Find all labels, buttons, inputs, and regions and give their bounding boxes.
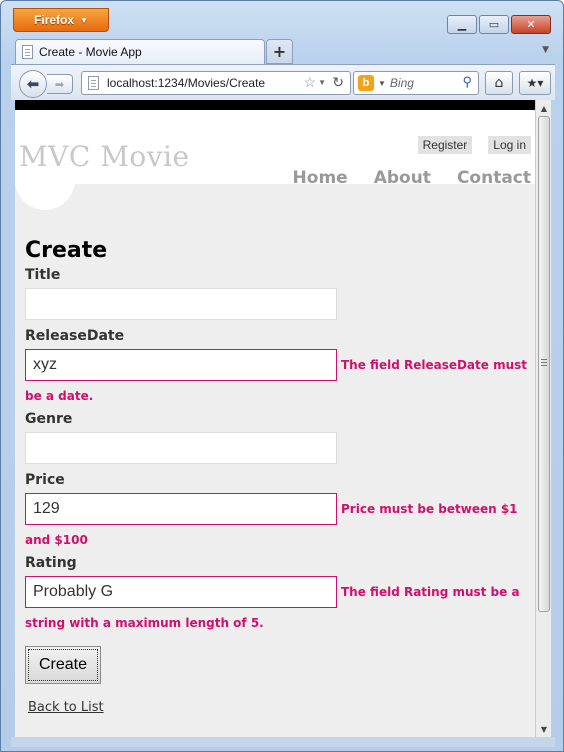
menu-item-contact[interactable]: Contact [457,168,531,188]
auth-links: Register Log in [417,136,531,154]
menu-item-about[interactable]: About [374,168,431,188]
minimize-icon[interactable]: ▁ [447,15,477,34]
back-forward-group: ➡ ⬅ [19,70,81,98]
search-bar[interactable]: b ▼ Bing ⚲ [353,71,479,95]
title-label: Title [25,267,61,283]
browser-window: Firefox ▼ ▁ ▭ ✕ Create - Movie App + ▼ ➡… [0,0,564,752]
scroll-up-icon[interactable]: ▲ [536,100,552,116]
main-menu: Home About Contact [293,168,531,188]
navigation-toolbar: ➡ ⬅ localhost:1234/Movies/Create ☆ ▼ ↻ b… [11,64,555,100]
search-placeholder: Bing [389,76,414,90]
site-title: MVC Movie [19,140,190,173]
rating-error: The field Rating must be a [341,585,520,599]
site-header: MVC Movie Register Log in Home About Con… [15,110,535,188]
vertical-scrollbar[interactable]: ▲ ▼ [535,100,551,737]
price-label: Price [25,472,65,488]
scroll-thumb[interactable] [538,116,550,612]
create-form: Create Title ReleaseDate The field Relea… [25,238,530,715]
tab-list-icon[interactable]: ▼ [542,45,549,55]
window-bottom-frame [11,737,555,747]
rating-label: Rating [25,555,77,571]
release-date-input[interactable] [25,349,337,381]
scroll-down-icon[interactable]: ▼ [536,721,552,737]
page-icon [22,45,33,59]
window-controls: ▁ ▭ ✕ [447,15,551,34]
tab-title: Create - Movie App [39,45,142,59]
url-bar[interactable]: localhost:1234/Movies/Create ☆ ▼ ↻ [81,71,351,95]
genre-label: Genre [25,411,73,427]
login-link[interactable]: Log in [488,136,531,154]
title-input[interactable] [25,288,337,320]
top-bar [15,100,535,110]
back-to-list-link[interactable]: Back to List [28,700,104,715]
home-icon[interactable]: ⌂ [485,71,513,95]
price-input[interactable] [25,493,337,525]
url-text: localhost:1234/Movies/Create [107,76,266,90]
page-viewport: MVC Movie Register Log in Home About Con… [15,100,535,737]
header-curve [15,170,75,210]
page-title: Create [25,238,108,263]
browser-tab[interactable]: Create - Movie App [15,39,265,64]
chevron-down-icon[interactable]: ▼ [378,79,386,88]
firefox-menu-label: Firefox [34,13,75,27]
rating-error-cont: string with a maximum length of 5. [25,616,264,630]
price-error: Price must be between $1 [341,502,518,516]
release-date-error-cont: be a date. [25,389,94,403]
close-icon[interactable]: ✕ [511,15,551,34]
new-tab-button[interactable]: + [266,39,293,64]
page-icon [88,76,99,90]
star-icon[interactable]: ☆ [303,74,316,91]
bookmarks-icon[interactable]: ★▾ [519,71,551,95]
firefox-menu-button[interactable]: Firefox ▼ [13,8,109,32]
rating-input[interactable] [25,576,337,608]
maximize-icon[interactable]: ▭ [479,15,509,34]
chevron-down-icon[interactable]: ▼ [318,78,326,87]
grip-icon [541,359,547,366]
register-link[interactable]: Register [417,136,473,154]
create-button[interactable]: Create [25,646,101,684]
menu-item-home[interactable]: Home [293,168,348,188]
back-icon[interactable]: ⬅ [19,70,47,98]
price-error-cont: and $100 [25,533,88,547]
bing-icon[interactable]: b [358,75,374,91]
chevron-down-icon: ▼ [80,15,88,25]
release-date-error: The field ReleaseDate must [341,358,528,372]
reload-icon[interactable]: ↻ [332,74,344,91]
genre-input[interactable] [25,432,337,464]
release-date-label: ReleaseDate [25,328,125,344]
forward-icon[interactable]: ➡ [47,74,73,94]
search-icon[interactable]: ⚲ [462,74,472,90]
